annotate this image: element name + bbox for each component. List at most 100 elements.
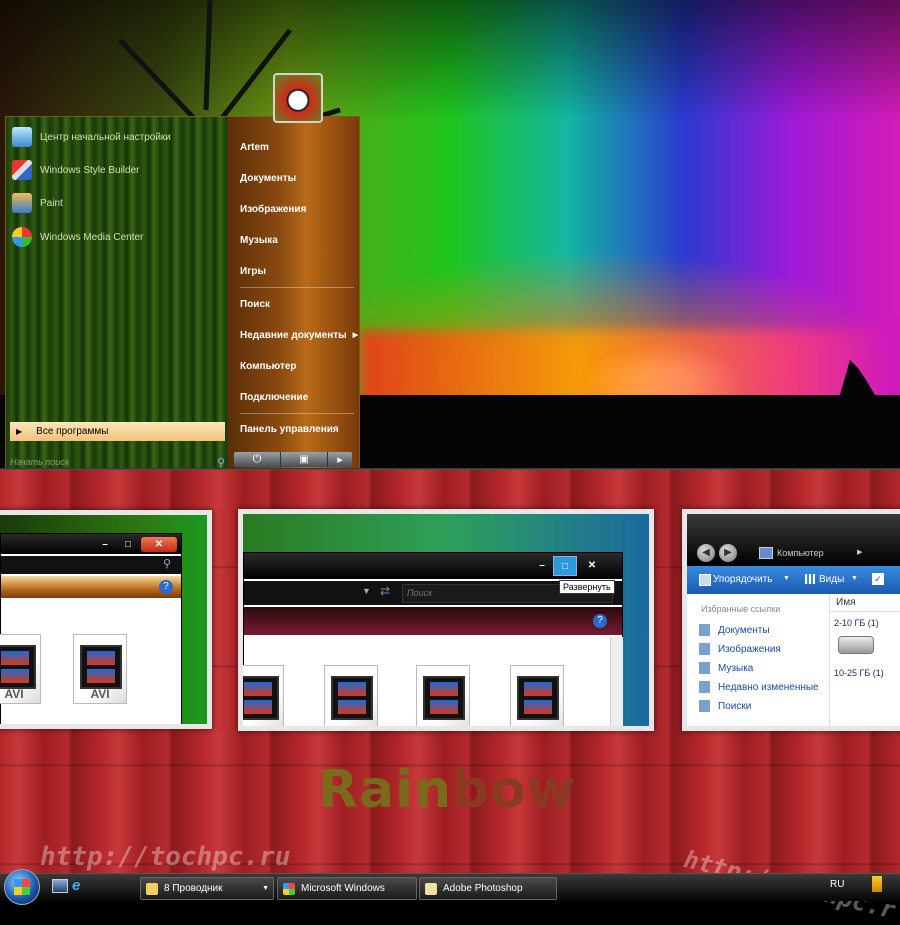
- search-icon[interactable]: ⚲: [217, 456, 225, 469]
- maximize-icon[interactable]: □: [119, 537, 137, 552]
- favorite-item[interactable]: Поиски: [699, 700, 751, 712]
- maximize-icon[interactable]: □: [553, 556, 577, 576]
- dropdown-arrow-icon[interactable]: ▼: [851, 575, 858, 582]
- film-icon: [423, 676, 465, 720]
- pinned-item-style-builder[interactable]: Windows Style Builder: [12, 157, 226, 183]
- help-icon[interactable]: ?: [159, 580, 173, 594]
- avi-file[interactable]: [510, 665, 564, 726]
- start-right-item-search[interactable]: Поиск: [240, 294, 358, 314]
- start-right-item-computer[interactable]: Компьютер: [240, 356, 358, 376]
- window-header: ◀ ▶ Компьютер ▶: [687, 514, 900, 566]
- avi-file[interactable]: AVI: [73, 634, 127, 704]
- scrollbar[interactable]: [610, 637, 623, 726]
- dropdown-arrow-icon[interactable]: ▼: [783, 575, 790, 582]
- lock-icon[interactable]: ▣: [280, 452, 327, 467]
- style-builder-icon: [12, 160, 32, 180]
- favorite-label: Недавно измененные: [718, 681, 819, 693]
- avi-file[interactable]: [416, 665, 470, 726]
- media-center-icon: [12, 227, 32, 247]
- pinned-item-label: Windows Media Center: [40, 231, 144, 243]
- search-icon[interactable]: ⚲: [163, 557, 171, 570]
- theme-title: Rainbow: [318, 760, 576, 820]
- windows-app-icon: [283, 882, 295, 895]
- start-search-input[interactable]: Начать поиск ⚲: [10, 455, 225, 469]
- film-icon: [0, 645, 36, 689]
- minimize-icon[interactable]: –: [97, 537, 113, 552]
- start-right-item-pictures[interactable]: Изображения: [240, 199, 358, 219]
- address-bar[interactable]: ⚲: [1, 556, 181, 574]
- all-programs-button[interactable]: ▶ Все программы: [10, 422, 225, 441]
- avi-file[interactable]: AVI: [0, 634, 41, 704]
- address-arrow-icon[interactable]: ▶: [857, 548, 862, 556]
- hard-drive-icon[interactable]: [838, 636, 874, 654]
- folder-icon: [146, 882, 158, 895]
- language-indicator[interactable]: RU: [830, 879, 844, 890]
- favorite-item[interactable]: Музыка: [699, 662, 753, 674]
- start-right-item-documents[interactable]: Документы: [240, 168, 358, 188]
- film-icon: [243, 676, 279, 720]
- preview-1-window: – □ ✕ ⚲ ? AVI AVI: [0, 533, 182, 724]
- pinned-item-media-center[interactable]: Windows Media Center: [12, 224, 226, 250]
- start-right-item-music[interactable]: Музыка: [240, 230, 358, 250]
- power-options-arrow-icon[interactable]: ▶: [327, 452, 352, 467]
- back-icon[interactable]: ◀: [697, 544, 715, 562]
- power-controls: ⏻ ▣ ▶: [234, 452, 352, 467]
- avi-file[interactable]: [324, 665, 378, 726]
- forward-icon[interactable]: ▶: [719, 544, 737, 562]
- taskbar-button-label: Adobe Photoshop: [443, 883, 523, 894]
- windows-logo-icon: [14, 879, 30, 895]
- close-icon[interactable]: ✕: [141, 537, 177, 552]
- welcome-center-icon: [12, 127, 32, 147]
- favorite-item[interactable]: Документы: [699, 624, 770, 636]
- pinned-item-label: Центр начальной настройки: [40, 131, 171, 143]
- organize-icon: [699, 574, 711, 586]
- refresh-icon[interactable]: ⇄: [380, 584, 390, 598]
- computer-icon: [759, 547, 773, 559]
- column-header-name[interactable]: Имя: [830, 594, 900, 612]
- favorite-label: Изображения: [718, 643, 781, 655]
- music-icon: [699, 662, 710, 674]
- preview-2-window: – □ ✕ ▼ ⇄ Поиск ?: [243, 552, 623, 726]
- help-icon[interactable]: ?: [593, 614, 607, 628]
- dropdown-arrow-icon: ▼: [262, 885, 269, 892]
- pinned-item-paint[interactable]: Paint: [12, 190, 226, 216]
- avi-file[interactable]: [243, 665, 284, 726]
- film-icon: [517, 676, 559, 720]
- drive-group-header[interactable]: 2-10 ГБ (1): [834, 618, 879, 628]
- start-right-item-recent[interactable]: Недавние документы ▶: [240, 325, 358, 345]
- preview-3-window: ◀ ▶ Компьютер ▶ Упорядочить ▼ Виды ▼ ✓ И…: [687, 514, 900, 726]
- dropdown-arrow-icon[interactable]: ▼: [362, 586, 371, 596]
- taskbar-button-explorer[interactable]: 8 Проводник ▼: [140, 877, 274, 900]
- taskbar-button-label: 8 Проводник: [164, 883, 223, 894]
- close-icon[interactable]: ✕: [584, 558, 600, 573]
- minimize-icon[interactable]: –: [534, 558, 550, 573]
- toolbar: ?: [1, 576, 181, 598]
- user-account-picture[interactable]: [273, 73, 323, 123]
- address-path[interactable]: Компьютер: [777, 548, 824, 558]
- favorite-item[interactable]: Изображения: [699, 643, 781, 655]
- internet-explorer-icon[interactable]: e: [72, 877, 80, 894]
- taskbar-button-photoshop[interactable]: Adobe Photoshop: [419, 877, 557, 900]
- submenu-arrow-icon: ▶: [352, 332, 358, 339]
- tray-icon[interactable]: [872, 876, 882, 892]
- start-right-item-games[interactable]: Игры: [240, 261, 358, 281]
- organize-button[interactable]: Упорядочить: [713, 574, 773, 585]
- favorite-item[interactable]: Недавно измененные: [699, 681, 819, 693]
- pinned-item-welcome-center[interactable]: Центр начальной настройки: [12, 124, 226, 150]
- menu-separator: [240, 287, 354, 288]
- show-desktop-icon[interactable]: [52, 879, 68, 893]
- favorites-header: Избранные ссылки: [701, 604, 781, 614]
- drive-group-header[interactable]: 10-25 ГБ (1): [834, 668, 884, 678]
- views-button[interactable]: Виды: [819, 574, 844, 585]
- start-menu: Центр начальной настройки Windows Style …: [5, 116, 360, 471]
- start-right-item-user[interactable]: Artem: [240, 137, 358, 157]
- properties-icon[interactable]: ✓: [872, 573, 884, 585]
- searches-icon: [699, 700, 710, 712]
- taskbar-button-label: Microsoft Windows: [301, 883, 385, 894]
- photoshop-icon: [425, 882, 437, 895]
- start-right-item-control-panel[interactable]: Панель управления: [240, 419, 358, 439]
- taskbar-button-microsoft-windows[interactable]: Microsoft Windows: [277, 877, 417, 900]
- start-right-item-connect[interactable]: Подключение: [240, 387, 358, 407]
- power-icon[interactable]: ⏻: [234, 452, 280, 467]
- arrow-right-icon: ▶: [16, 427, 23, 436]
